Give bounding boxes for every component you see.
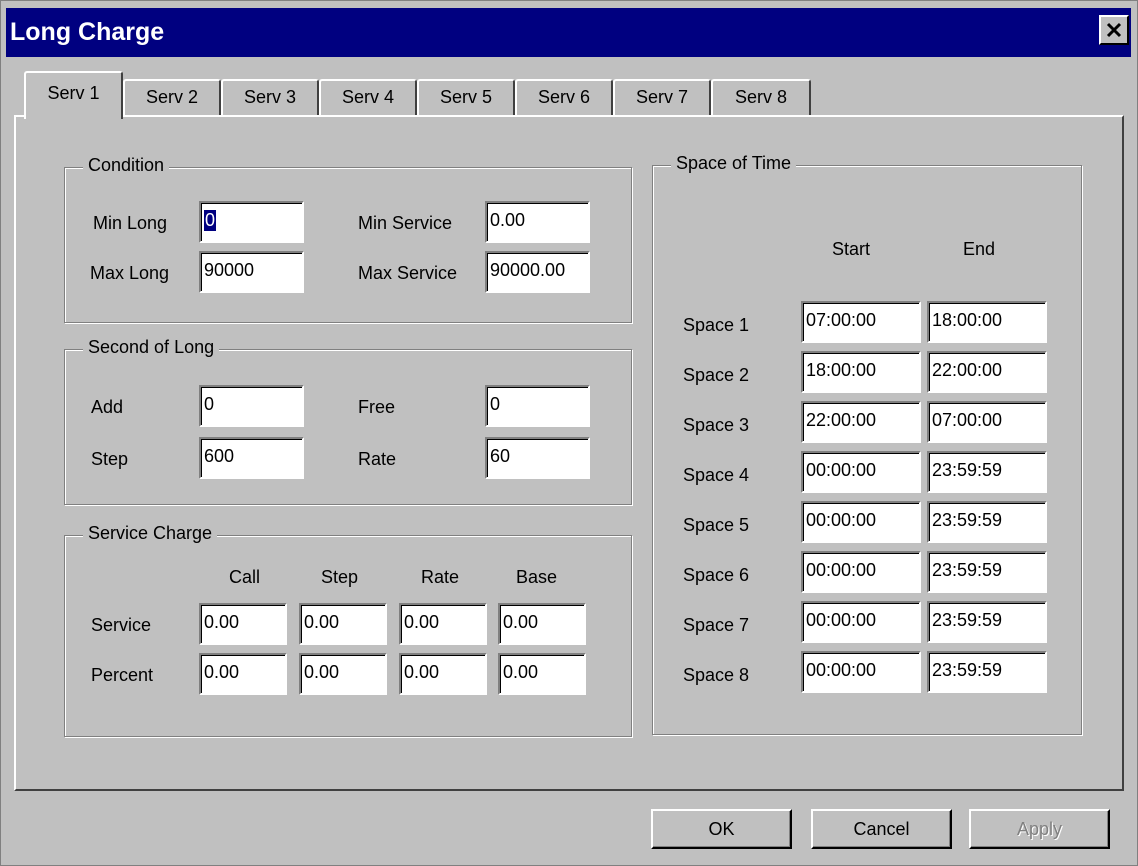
max-long-label: Max Long [90,263,170,283]
space-8-label: Space 8 [683,665,750,685]
rate-input[interactable]: 60 [485,437,590,479]
space-1-start-input[interactable]: 07:00:00 [801,301,921,343]
close-button[interactable] [1099,15,1129,45]
space-of-time-legend: Space of Time [671,153,797,174]
close-icon [1106,22,1122,38]
space-3-end-input[interactable]: 07:00:00 [927,401,1047,443]
space-2-start-input[interactable]: 18:00:00 [801,351,921,393]
percent-base-input[interactable]: 0.00 [498,653,586,695]
condition-legend: Condition [83,155,170,176]
col-header-rate: Rate [421,567,460,587]
percent-step-input[interactable]: 0.00 [299,653,387,695]
service-call-input[interactable]: 0.00 [199,603,287,645]
tab-serv-7[interactable]: Serv 7 [613,79,711,115]
space-7-end-input[interactable]: 23:59:59 [927,601,1047,643]
percent-rate-input[interactable]: 0.00 [399,653,487,695]
min-long-label: Min Long [93,213,168,233]
end-header: End [963,239,996,259]
space-1-label: Space 1 [683,315,750,335]
col-header-base: Base [516,567,558,587]
free-label: Free [358,397,396,417]
tab-serv-5[interactable]: Serv 5 [417,79,515,115]
col-header-call: Call [229,567,261,587]
long-charge-dialog: Long Charge Serv 1 Serv 2 Serv 3 Serv 4 … [0,0,1138,866]
space-1-end-input[interactable]: 18:00:00 [927,301,1047,343]
window-title: Long Charge [10,18,165,46]
apply-button[interactable]: Apply [969,809,1110,849]
max-long-input[interactable]: 90000 [199,251,304,293]
add-input[interactable]: 0 [199,385,304,427]
space-7-label: Space 7 [683,615,750,635]
space-6-start-input[interactable]: 00:00:00 [801,551,921,593]
min-service-label: Min Service [358,213,453,233]
percent-row-label: Percent [91,665,154,685]
space-5-end-input[interactable]: 23:59:59 [927,501,1047,543]
max-service-input[interactable]: 90000.00 [485,251,590,293]
space-2-end-input[interactable]: 22:00:00 [927,351,1047,393]
second-of-long-legend: Second of Long [83,337,220,358]
percent-call-input[interactable]: 0.00 [199,653,287,695]
condition-group: Condition [64,155,632,323]
second-of-long-group: Second of Long [64,337,632,505]
space-4-label: Space 4 [683,465,750,485]
space-3-start-input[interactable]: 22:00:00 [801,401,921,443]
start-header: Start [832,239,871,259]
space-4-start-input[interactable]: 00:00:00 [801,451,921,493]
space-6-label: Space 6 [683,565,750,585]
step-input[interactable]: 600 [199,437,304,479]
service-step-input[interactable]: 0.00 [299,603,387,645]
step-label: Step [91,449,129,469]
free-input[interactable]: 0 [485,385,590,427]
space-8-start-input[interactable]: 00:00:00 [801,651,921,693]
space-6-end-input[interactable]: 23:59:59 [927,551,1047,593]
service-charge-legend: Service Charge [83,523,218,544]
title-bar[interactable]: Long Charge [6,8,1131,57]
tab-serv-8[interactable]: Serv 8 [711,79,811,115]
service-base-input[interactable]: 0.00 [498,603,586,645]
space-2-label: Space 2 [683,365,750,385]
tab-serv-3[interactable]: Serv 3 [221,79,319,115]
min-long-input[interactable]: 0 [199,201,304,243]
rate-label: Rate [358,449,397,469]
service-rate-input[interactable]: 0.00 [399,603,487,645]
tab-panel: Condition Min Long 0 Max Long 90000 Min … [14,115,1124,791]
max-service-label: Max Service [358,263,458,283]
add-label: Add [91,397,124,417]
tab-serv-2[interactable]: Serv 2 [123,79,221,115]
space-5-start-input[interactable]: 00:00:00 [801,501,921,543]
space-7-start-input[interactable]: 00:00:00 [801,601,921,643]
tab-serv-1[interactable]: Serv 1 [24,71,123,119]
col-header-step: Step [321,567,359,587]
tab-serv-6[interactable]: Serv 6 [515,79,613,115]
min-service-input[interactable]: 0.00 [485,201,590,243]
cancel-button[interactable]: Cancel [811,809,952,849]
space-8-end-input[interactable]: 23:59:59 [927,651,1047,693]
space-5-label: Space 5 [683,515,750,535]
service-row-label: Service [91,615,152,635]
tab-serv-4[interactable]: Serv 4 [319,79,417,115]
ok-button[interactable]: OK [651,809,792,849]
space-4-end-input[interactable]: 23:59:59 [927,451,1047,493]
space-3-label: Space 3 [683,415,750,435]
